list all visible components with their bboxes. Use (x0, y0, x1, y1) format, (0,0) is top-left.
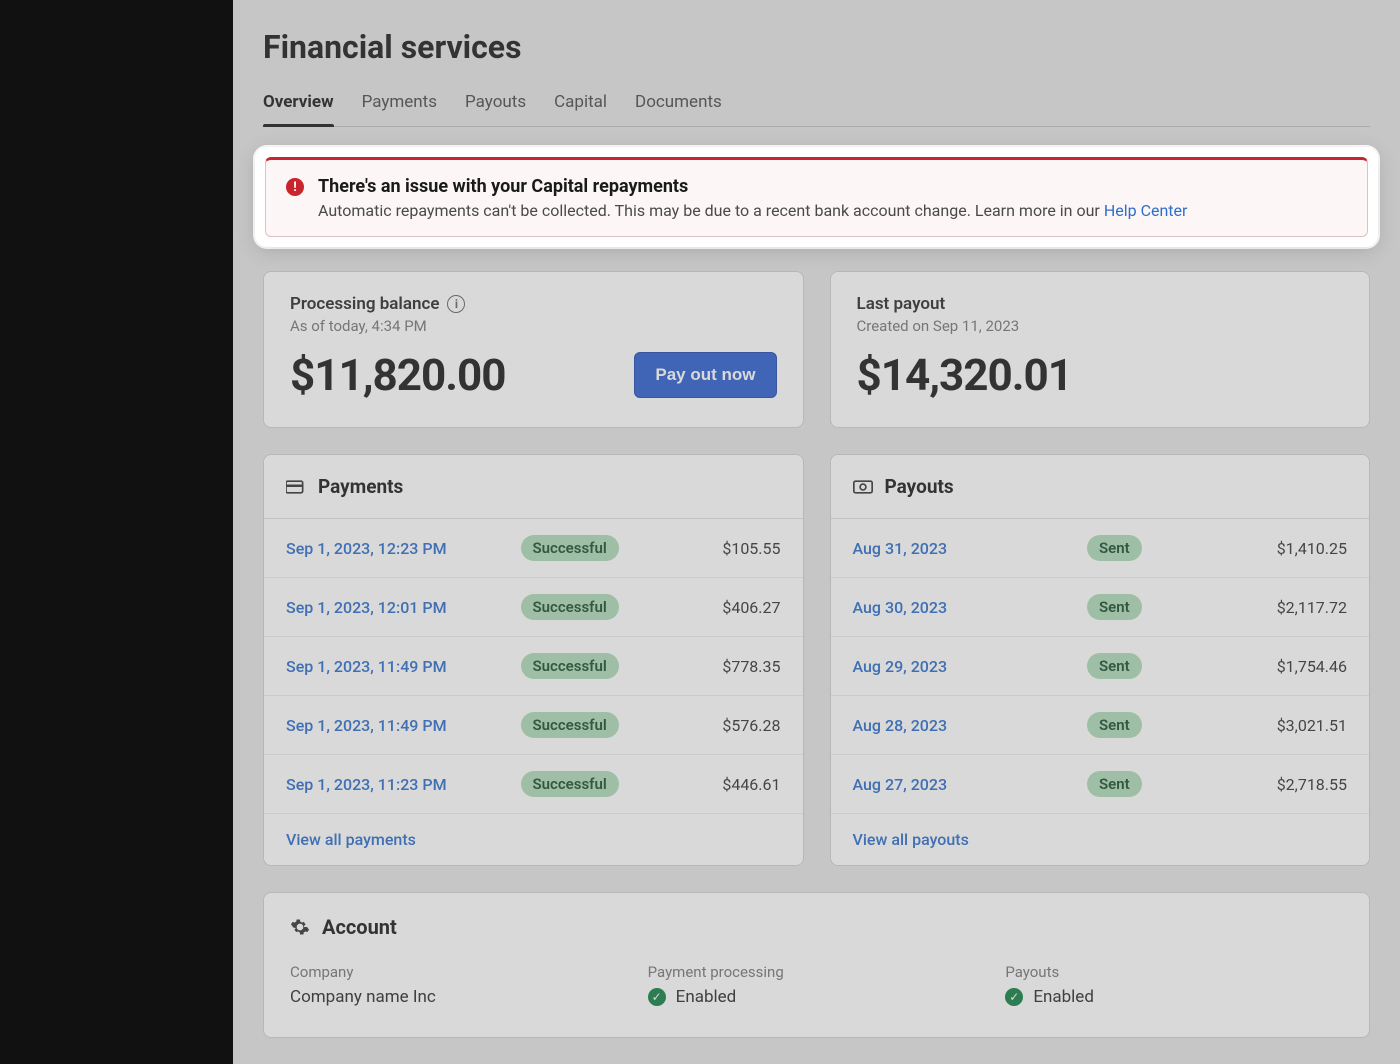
alert-banner-container: ! There's an issue with your Capital rep… (255, 147, 1378, 247)
payout-row[interactable]: Aug 28, 2023 Sent $3,021.51 (831, 696, 1370, 755)
payouts-list-card: Payouts Aug 31, 2023 Sent $1,410.25 Aug … (830, 454, 1371, 866)
sidebar (0, 0, 233, 1064)
payment-status-badge: Successful (521, 653, 619, 679)
payout-amount: $1,754.46 (1227, 657, 1347, 676)
alert-icon: ! (286, 178, 304, 196)
payout-amount: $2,117.72 (1227, 598, 1347, 617)
alert-banner: ! There's an issue with your Capital rep… (265, 157, 1368, 237)
payout-date: Aug 28, 2023 (853, 716, 1088, 735)
processing-balance-card: Processing balance i As of today, 4:34 P… (263, 271, 804, 428)
account-processing-value: Enabled (676, 987, 737, 1007)
payment-amount: $406.27 (661, 598, 781, 617)
payment-amount: $576.28 (661, 716, 781, 735)
alert-content: There's an issue with your Capital repay… (318, 176, 1187, 220)
payment-row[interactable]: Sep 1, 2023, 11:49 PM Successful $576.28 (264, 696, 803, 755)
pay-out-now-button[interactable]: Pay out now (634, 352, 776, 398)
payment-row[interactable]: Sep 1, 2023, 11:23 PM Successful $446.61 (264, 755, 803, 814)
processing-balance-label: Processing balance (290, 294, 439, 314)
alert-text: Automatic repayments can't be collected.… (318, 201, 1187, 220)
account-processing: Payment processing ✓ Enabled (648, 963, 986, 1007)
main-content: Financial services Overview Payments Pay… (233, 0, 1400, 1064)
last-payout-card: Last payout Created on Sep 11, 2023 $14,… (830, 271, 1371, 428)
payment-status-badge: Successful (521, 771, 619, 797)
account-processing-label: Payment processing (648, 963, 986, 981)
payment-amount: $778.35 (661, 657, 781, 676)
last-payout-subtext: Created on Sep 11, 2023 (857, 317, 1344, 335)
payment-date: Sep 1, 2023, 11:23 PM (286, 775, 521, 794)
account-company-value: Company name Inc (290, 987, 628, 1007)
view-all-payouts-link[interactable]: View all payouts (853, 830, 969, 849)
payment-row[interactable]: Sep 1, 2023, 11:49 PM Successful $778.35 (264, 637, 803, 696)
payment-row[interactable]: Sep 1, 2023, 12:01 PM Successful $406.27 (264, 578, 803, 637)
account-payouts-value: Enabled (1033, 987, 1094, 1007)
payout-row[interactable]: Aug 27, 2023 Sent $2,718.55 (831, 755, 1370, 814)
last-payout-label: Last payout (857, 294, 946, 314)
payment-date: Sep 1, 2023, 12:23 PM (286, 539, 521, 558)
page-title: Financial services (263, 28, 1370, 66)
payments-list-card: Payments Sep 1, 2023, 12:23 PM Successfu… (263, 454, 804, 866)
processing-balance-subtext: As of today, 4:34 PM (290, 317, 777, 335)
view-all-payments-link[interactable]: View all payments (286, 830, 416, 849)
tab-capital[interactable]: Capital (554, 84, 607, 126)
payout-date: Aug 27, 2023 (853, 775, 1088, 794)
gear-icon (290, 917, 310, 937)
check-icon: ✓ (648, 988, 666, 1006)
tab-documents[interactable]: Documents (635, 84, 722, 126)
payment-amount: $105.55 (661, 539, 781, 558)
account-payouts-label: Payouts (1005, 963, 1343, 981)
account-title: Account (322, 915, 397, 939)
payouts-list-title: Payouts (885, 475, 954, 498)
payout-amount: $2,718.55 (1227, 775, 1347, 794)
payout-date: Aug 31, 2023 (853, 539, 1088, 558)
payment-status-badge: Successful (521, 594, 619, 620)
payout-row[interactable]: Aug 31, 2023 Sent $1,410.25 (831, 519, 1370, 578)
tab-payouts[interactable]: Payouts (465, 84, 526, 126)
payout-status-badge: Sent (1087, 535, 1142, 561)
last-payout-amount: $14,320.01 (857, 349, 1073, 401)
payment-date: Sep 1, 2023, 11:49 PM (286, 657, 521, 676)
tab-payments[interactable]: Payments (362, 84, 437, 126)
payment-status-badge: Successful (521, 712, 619, 738)
payout-status-badge: Sent (1087, 653, 1142, 679)
payout-amount: $1,410.25 (1227, 539, 1347, 558)
tab-overview[interactable]: Overview (263, 84, 334, 126)
account-company-label: Company (290, 963, 628, 981)
payout-date: Aug 30, 2023 (853, 598, 1088, 617)
info-icon[interactable]: i (447, 295, 465, 313)
alert-text-body: Automatic repayments can't be collected.… (318, 201, 1104, 220)
payout-amount: $3,021.51 (1227, 716, 1347, 735)
payments-list-title: Payments (318, 475, 403, 498)
payout-status-badge: Sent (1087, 594, 1142, 620)
payment-row[interactable]: Sep 1, 2023, 12:23 PM Successful $105.55 (264, 519, 803, 578)
payout-row[interactable]: Aug 30, 2023 Sent $2,117.72 (831, 578, 1370, 637)
payouts-icon (853, 479, 873, 495)
payout-date: Aug 29, 2023 (853, 657, 1088, 676)
payment-date: Sep 1, 2023, 12:01 PM (286, 598, 521, 617)
account-card: Account Company Company name Inc Payment… (263, 892, 1370, 1038)
payment-date: Sep 1, 2023, 11:49 PM (286, 716, 521, 735)
processing-balance-amount: $11,820.00 (290, 349, 506, 401)
account-company: Company Company name Inc (290, 963, 628, 1007)
payout-status-badge: Sent (1087, 712, 1142, 738)
payment-status-badge: Successful (521, 535, 619, 561)
payments-icon (286, 479, 306, 495)
payment-amount: $446.61 (661, 775, 781, 794)
payout-status-badge: Sent (1087, 771, 1142, 797)
check-icon: ✓ (1005, 988, 1023, 1006)
account-payouts: Payouts ✓ Enabled (1005, 963, 1343, 1007)
tabs: Overview Payments Payouts Capital Docume… (263, 84, 1370, 127)
help-center-link[interactable]: Help Center (1104, 201, 1188, 220)
payout-row[interactable]: Aug 29, 2023 Sent $1,754.46 (831, 637, 1370, 696)
alert-title: There's an issue with your Capital repay… (318, 176, 1187, 197)
